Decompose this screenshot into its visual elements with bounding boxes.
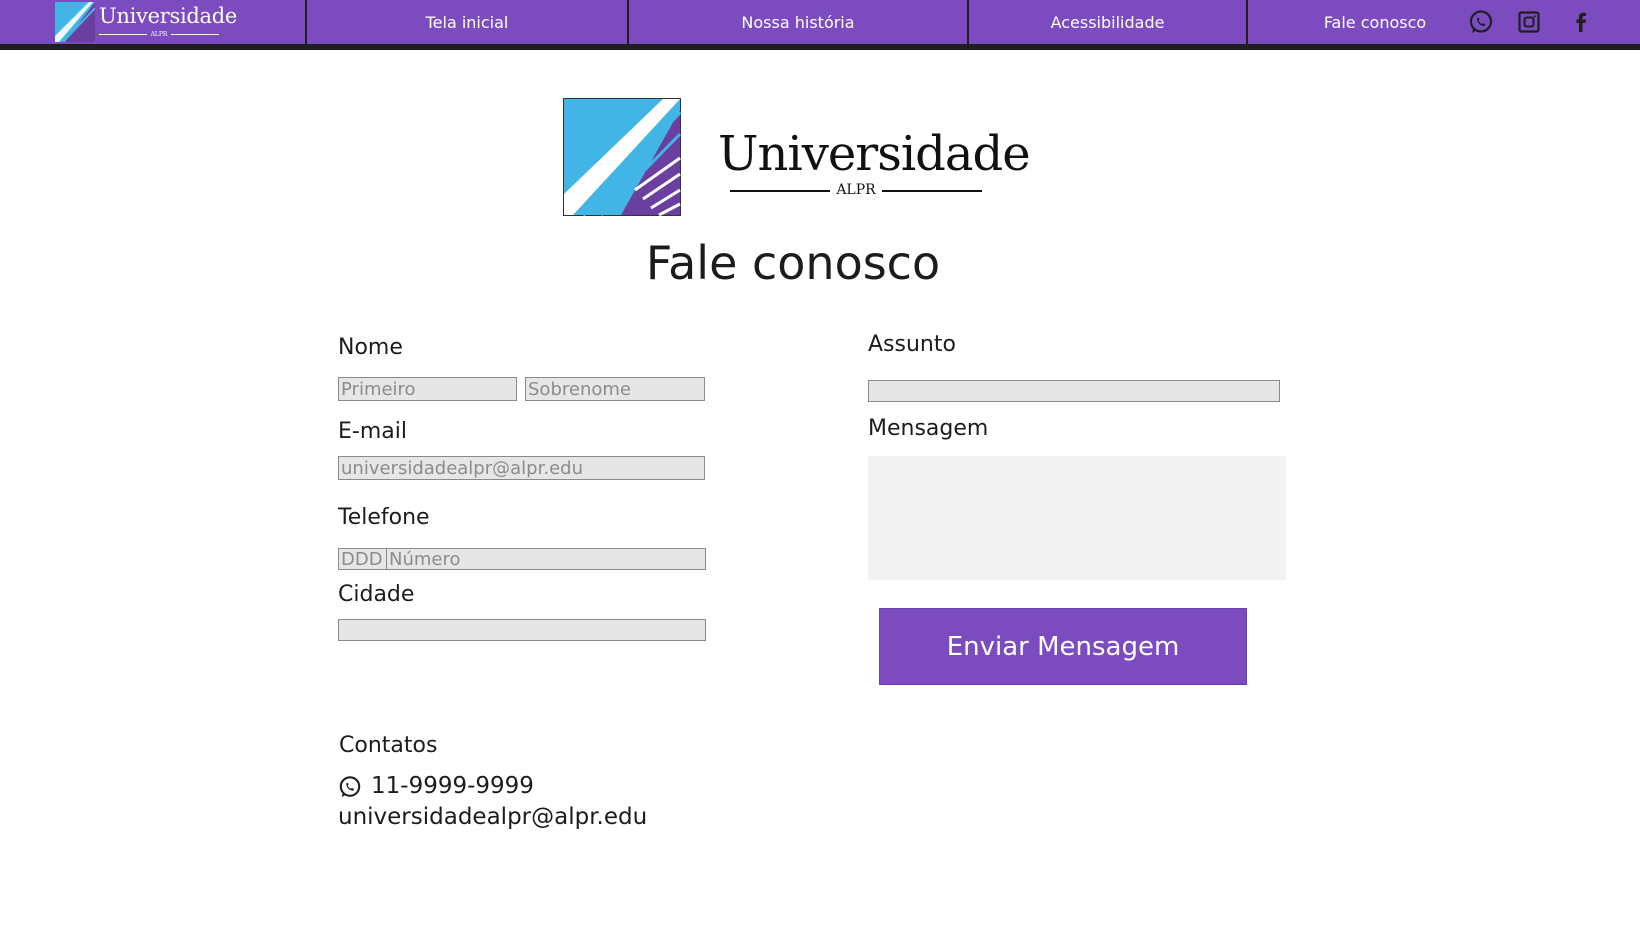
phone-label: Telefone — [338, 505, 430, 530]
city-label: Cidade — [338, 582, 415, 607]
whatsapp-icon[interactable] — [1468, 9, 1494, 35]
university-logo-icon — [55, 2, 95, 42]
university-main-logo-icon — [563, 98, 681, 216]
name-label: Nome — [338, 335, 403, 360]
nav-item-tela-inicial[interactable]: Tela inicial — [307, 0, 627, 44]
phone-field-group — [338, 548, 707, 570]
main-logo-title: Universidade — [718, 126, 1031, 182]
nav-logo-title: Universidade — [99, 4, 237, 28]
first-name-field[interactable] — [338, 377, 517, 401]
email-label: E-mail — [338, 419, 407, 444]
page-title: Fale conosco — [645, 236, 941, 290]
phone-ddd-field[interactable] — [339, 549, 389, 569]
message-field[interactable] — [868, 456, 1286, 580]
email-field[interactable] — [338, 456, 705, 480]
contacts-title: Contatos — [339, 733, 438, 758]
contact-email: universidadealpr@alpr.edu — [338, 804, 648, 830]
instagram-icon[interactable] — [1516, 9, 1542, 35]
whatsapp-icon — [339, 776, 361, 798]
subject-field[interactable] — [868, 380, 1280, 402]
city-field[interactable] — [338, 619, 706, 641]
top-navbar: Universidade ALPR Tela inicial Nossa his… — [0, 0, 1640, 50]
send-message-button[interactable]: Enviar Mensagem — [879, 608, 1247, 685]
nav-item-nossa-historia[interactable]: Nossa história — [629, 0, 967, 44]
nav-logo-subtitle: ALPR — [99, 30, 219, 40]
main-logo-subtitle: ALPR — [730, 180, 982, 200]
nav-item-acessibilidade[interactable]: Acessibilidade — [969, 0, 1246, 44]
subject-label: Assunto — [868, 332, 956, 357]
last-name-field[interactable] — [525, 377, 705, 401]
message-label: Mensagem — [868, 416, 989, 441]
nav-item-fale-conosco[interactable]: Fale conosco — [1300, 0, 1450, 44]
facebook-icon[interactable] — [1568, 9, 1594, 35]
contact-phone: 11-9999-9999 — [371, 773, 534, 799]
nav-divider — [1246, 0, 1248, 44]
nav-logo[interactable]: Universidade ALPR — [55, 2, 237, 42]
phone-number-field[interactable] — [387, 549, 707, 569]
